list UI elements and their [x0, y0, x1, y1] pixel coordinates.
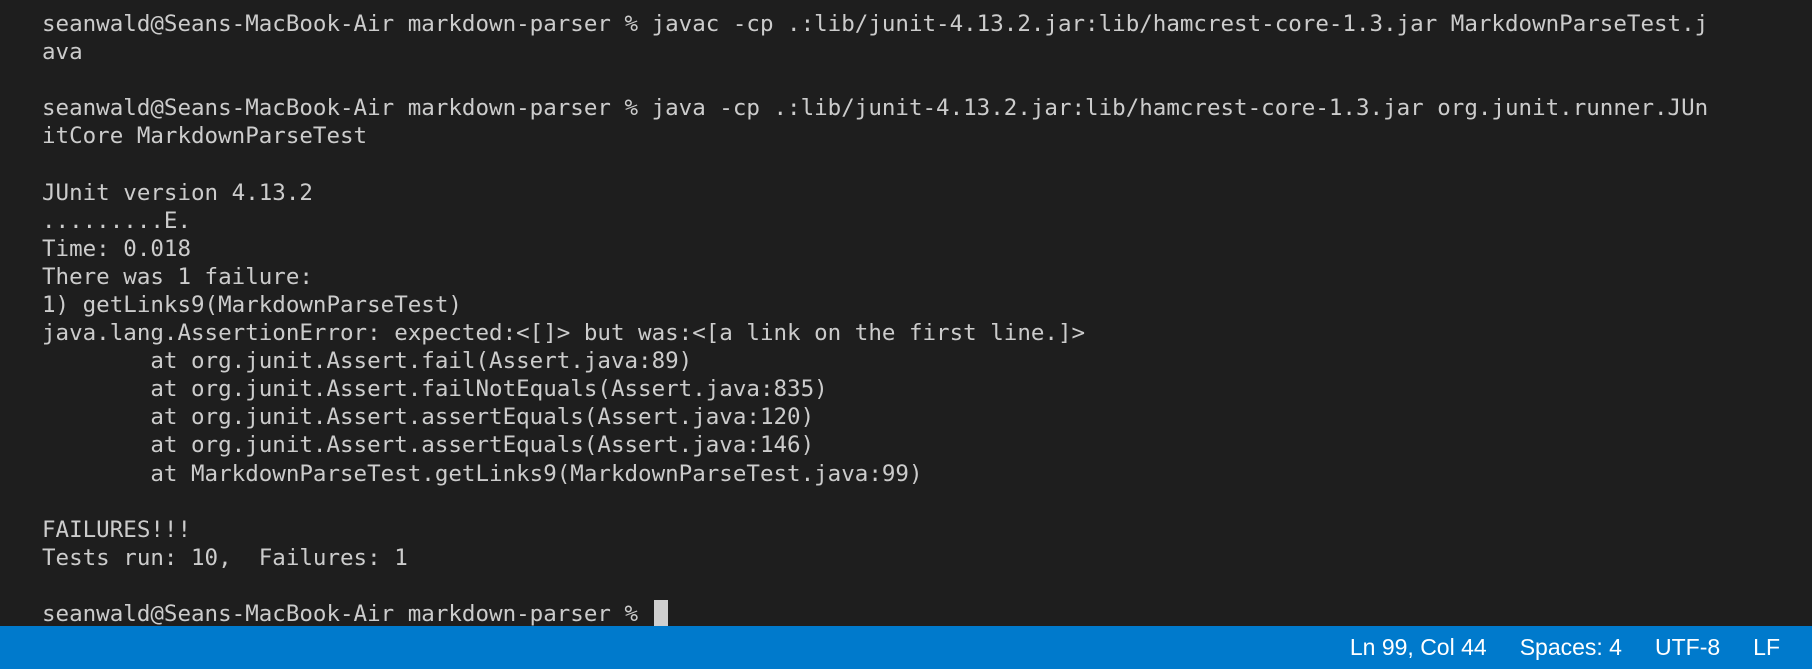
terminal-line: java.lang.AssertionError: expected:<[]> … — [42, 320, 1086, 347]
terminal-line: at org.junit.Assert.assertEquals(Assert.… — [42, 404, 815, 431]
status-end-of-line[interactable]: LF — [1753, 634, 1780, 661]
terminal-prompt-line[interactable]: seanwald@Seans-MacBook-Air markdown-pars… — [42, 599, 1812, 626]
terminal-line: Tests run: 10, Failures: 1 — [42, 544, 408, 571]
terminal-line: at org.junit.Assert.assertEquals(Assert.… — [42, 432, 815, 459]
terminal-line: itCore MarkdownParseTest — [42, 123, 368, 150]
status-bar: Ln 99, Col 44 Spaces: 4 UTF-8 LF — [0, 626, 1812, 669]
status-cursor-position[interactable]: Ln 99, Col 44 — [1350, 634, 1487, 661]
terminal-line: Time: 0.018 — [42, 235, 192, 262]
terminal-cursor — [653, 599, 668, 626]
terminal-panel[interactable]: seanwald@Seans-MacBook-Air markdown-pars… — [0, 0, 1812, 626]
terminal-line: .........E. — [42, 207, 192, 234]
terminal-line: There was 1 failure: — [42, 263, 313, 290]
status-encoding[interactable]: UTF-8 — [1655, 634, 1720, 661]
terminal-line: FAILURES!!! — [42, 516, 192, 543]
terminal-line: JUnit version 4.13.2 — [42, 179, 313, 206]
status-indentation[interactable]: Spaces: 4 — [1520, 634, 1622, 661]
terminal-line: 1) getLinks9(MarkdownParseTest) — [42, 291, 462, 318]
terminal-prompt: seanwald@Seans-MacBook-Air markdown-pars… — [42, 600, 652, 626]
terminal-line: ava — [42, 39, 83, 66]
terminal-line: at org.junit.Assert.fail(Assert.java:89) — [42, 348, 693, 375]
terminal-line: seanwald@Seans-MacBook-Air markdown-pars… — [42, 11, 1709, 37]
terminal-line: seanwald@Seans-MacBook-Air markdown-pars… — [42, 95, 1709, 122]
terminal-line: at MarkdownParseTest.getLinks9(MarkdownP… — [42, 460, 923, 487]
terminal-line: at org.junit.Assert.failNotEquals(Assert… — [42, 376, 828, 403]
